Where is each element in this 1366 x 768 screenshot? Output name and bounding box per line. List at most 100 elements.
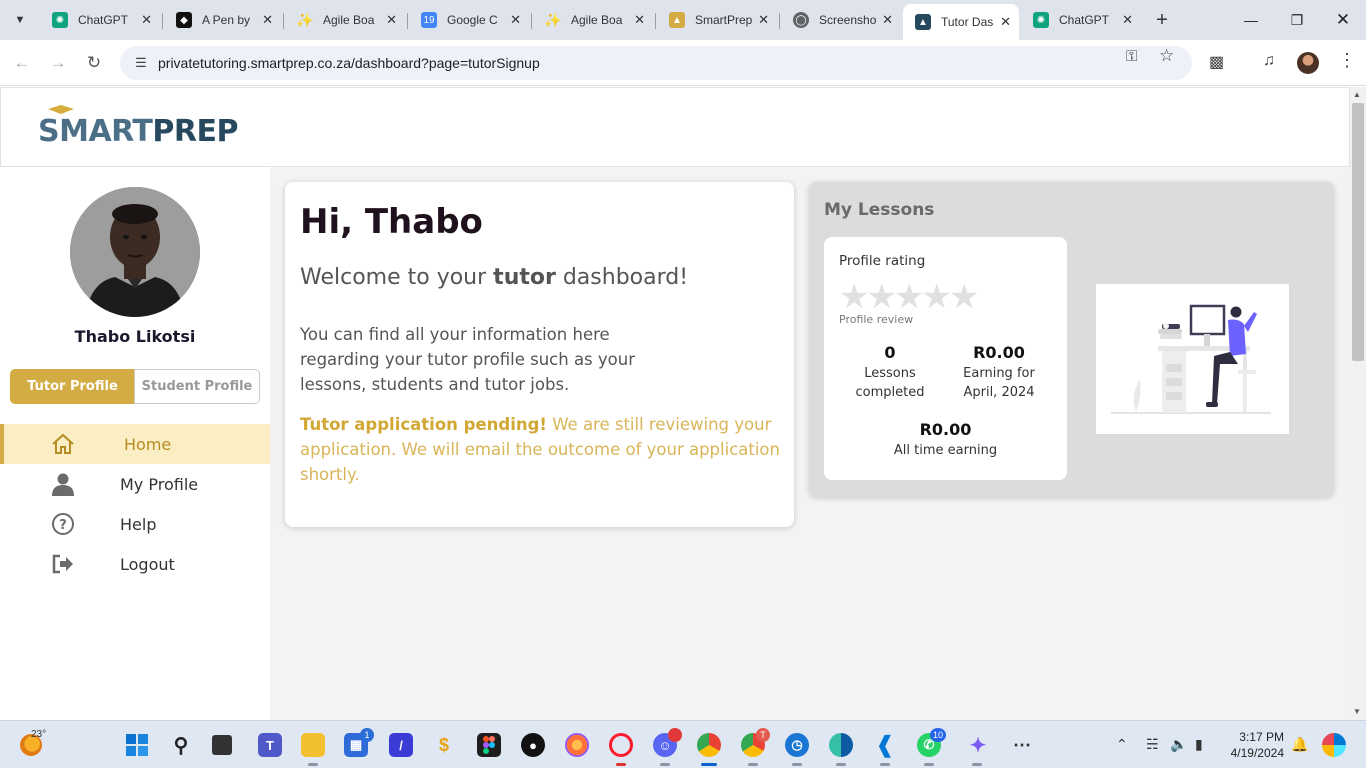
tab-title: Google C	[447, 13, 498, 27]
sidebar-item-my-profile[interactable]: My Profile	[0, 464, 270, 504]
url-text[interactable]: privatetutoring.smartprep.co.za/dashboar…	[158, 55, 540, 71]
bookmark-star-icon[interactable]: ☆	[1159, 46, 1174, 66]
stat-label: All time earning	[893, 443, 998, 458]
stat-value: 0	[884, 343, 896, 362]
browser-tab[interactable]: ✨ Agile Boa ✕	[533, 6, 653, 34]
tab-title: SmartPrep	[695, 13, 753, 27]
browser-tab[interactable]: ▲ SmartPrep ✕	[657, 6, 777, 34]
sidebar-item-help[interactable]: ? Help	[0, 504, 270, 544]
close-tab-icon[interactable]: ✕	[510, 12, 521, 28]
opera-icon[interactable]	[609, 733, 633, 757]
address-bar[interactable]: ☰ privatetutoring.smartprep.co.za/dashbo…	[120, 46, 1192, 80]
browser-tab[interactable]: ✺ ChatGPT ✕	[40, 6, 160, 34]
my-lessons-title: My Lessons	[824, 200, 935, 220]
search-icon[interactable]: ⚲	[169, 733, 193, 757]
discord-badge	[668, 728, 682, 742]
password-key-icon[interactable]: ⚿	[1126, 48, 1137, 65]
stat-label: Earning for April, 2024	[963, 366, 1035, 400]
browser-profile-avatar[interactable]	[1297, 52, 1319, 74]
forward-icon[interactable]: →	[44, 49, 72, 77]
star-icon: ★	[948, 278, 980, 316]
github-icon[interactable]: ●	[521, 733, 545, 757]
browser-menu-icon[interactable]: ⋮	[1338, 50, 1356, 71]
browser-tab-strip: ▼ ✺ ChatGPT ✕ ◆ A Pen by ✕ ✨ Agile Boa ✕…	[0, 0, 1366, 40]
browser-tab[interactable]: ◆ A Pen by ✕	[164, 6, 281, 34]
student-profile-button[interactable]: Student Profile	[134, 369, 260, 404]
graduation-cap-icon	[48, 105, 74, 114]
teams-icon[interactable]: T	[258, 733, 282, 757]
scroll-up-icon[interactable]: ▲	[1353, 90, 1361, 99]
logo-text-smart: SMART	[38, 114, 153, 149]
task-view-icon[interactable]	[212, 735, 232, 755]
weather-temperature[interactable]: 23°	[31, 729, 46, 740]
star-icon: ★	[893, 278, 925, 316]
tab-title: ChatGPT	[1059, 13, 1110, 27]
browser-tab[interactable]: 19 Google C ✕	[409, 6, 529, 34]
stat-value: R0.00	[919, 420, 972, 439]
media-control-icon[interactable]: ♫	[1263, 52, 1275, 70]
linear-app-icon[interactable]: /	[389, 733, 413, 757]
wifi-icon[interactable]: ☵	[1146, 736, 1159, 753]
browser-tab[interactable]: ✨ Agile Boa ✕	[285, 6, 405, 34]
chrome-icon[interactable]	[697, 733, 721, 757]
help-icon: ?	[50, 512, 76, 536]
minimize-icon[interactable]: —	[1236, 6, 1266, 34]
tutor-profile-button[interactable]: Tutor Profile	[10, 369, 135, 404]
tab-title: ChatGPT	[78, 13, 129, 27]
system-clock[interactable]: 3:17 PM 4/19/2024	[1226, 729, 1284, 761]
chatgpt-icon: ✺	[52, 12, 68, 28]
new-tab-icon[interactable]: +	[1150, 8, 1174, 32]
close-tab-icon[interactable]: ✕	[262, 12, 273, 28]
firefox-icon[interactable]	[565, 733, 589, 757]
profile-rating-label: Profile rating	[839, 253, 926, 269]
browser-tab[interactable]: ◯ Screensho ✕	[781, 6, 901, 34]
edge-icon[interactable]	[829, 733, 853, 757]
back-icon[interactable]: ←	[8, 49, 36, 77]
tab-title: Tutor Das	[941, 15, 994, 29]
close-tab-icon[interactable]: ✕	[1000, 14, 1011, 30]
page-viewport: SMART PREP Thabo Likotsi Tutor Profile St…	[0, 87, 1350, 720]
scroll-down-icon[interactable]: ▼	[1353, 707, 1361, 716]
close-tab-icon[interactable]: ✕	[882, 12, 893, 28]
figma-icon[interactable]	[477, 733, 501, 757]
windows-taskbar: 23° ⚲ T ▦ 1 / $ ● ☺ T ◷ ❰ ✆ 10 ✦ ⋯ ⌃ ☵ 🔈…	[0, 720, 1366, 768]
sidebar-item-label: Logout	[120, 554, 175, 574]
close-tab-icon[interactable]: ✕	[634, 12, 645, 28]
my-lessons-panel: My Lessons Profile rating ★★★★★ Profile …	[809, 182, 1334, 497]
copilot-sparkle-icon[interactable]: ✦	[966, 733, 990, 757]
tab-search-chevron-icon[interactable]: ▼	[8, 8, 32, 32]
profile-review-link[interactable]: Profile review	[839, 313, 913, 326]
show-hidden-icons-icon[interactable]: ⌃	[1116, 736, 1128, 753]
page-scrollbar-thumb[interactable]	[1352, 103, 1364, 361]
chrome-profile-badge: T	[756, 728, 770, 742]
sidebar-item-home[interactable]: Home	[0, 424, 270, 464]
browser-tab[interactable]: ✺ ChatGPT ✕	[1021, 6, 1141, 34]
sidebar-item-label: My Profile	[120, 474, 199, 494]
close-tab-icon[interactable]: ✕	[758, 12, 769, 28]
smartprep-logo[interactable]: SMART PREP	[38, 105, 238, 149]
reload-icon[interactable]: ↻	[80, 49, 108, 77]
clock-app-icon[interactable]: ◷	[785, 733, 809, 757]
notifications-bell-icon[interactable]: 🔔	[1291, 736, 1308, 753]
svg-text:?: ?	[59, 518, 67, 533]
sidebar: Thabo Likotsi Tutor Profile Student Prof…	[0, 167, 270, 720]
application-status-message: Tutor application pending! We are still …	[300, 415, 780, 484]
logo-text-prep: PREP	[152, 114, 238, 149]
close-tab-icon[interactable]: ✕	[1122, 12, 1133, 28]
file-explorer-icon[interactable]	[301, 733, 325, 757]
sublime-icon[interactable]: $	[432, 733, 456, 757]
volume-icon[interactable]: 🔈	[1170, 736, 1187, 753]
close-window-icon[interactable]: ✕	[1328, 6, 1358, 34]
copilot-icon[interactable]	[1322, 733, 1346, 757]
battery-icon[interactable]: ▮	[1195, 736, 1203, 753]
browser-tab-active[interactable]: ▲ Tutor Das ✕	[903, 4, 1019, 40]
close-tab-icon[interactable]: ✕	[141, 12, 152, 28]
extensions-icon[interactable]: ▩	[1209, 52, 1224, 72]
windows-start-icon[interactable]	[125, 733, 149, 757]
close-tab-icon[interactable]: ✕	[386, 12, 397, 28]
sidebar-item-logout[interactable]: Logout	[0, 544, 270, 584]
site-info-icon[interactable]: ☰	[126, 55, 156, 71]
vscode-icon[interactable]: ❰	[873, 732, 897, 757]
more-apps-icon[interactable]: ⋯	[1010, 733, 1034, 757]
restore-icon[interactable]: ❐	[1282, 6, 1312, 34]
